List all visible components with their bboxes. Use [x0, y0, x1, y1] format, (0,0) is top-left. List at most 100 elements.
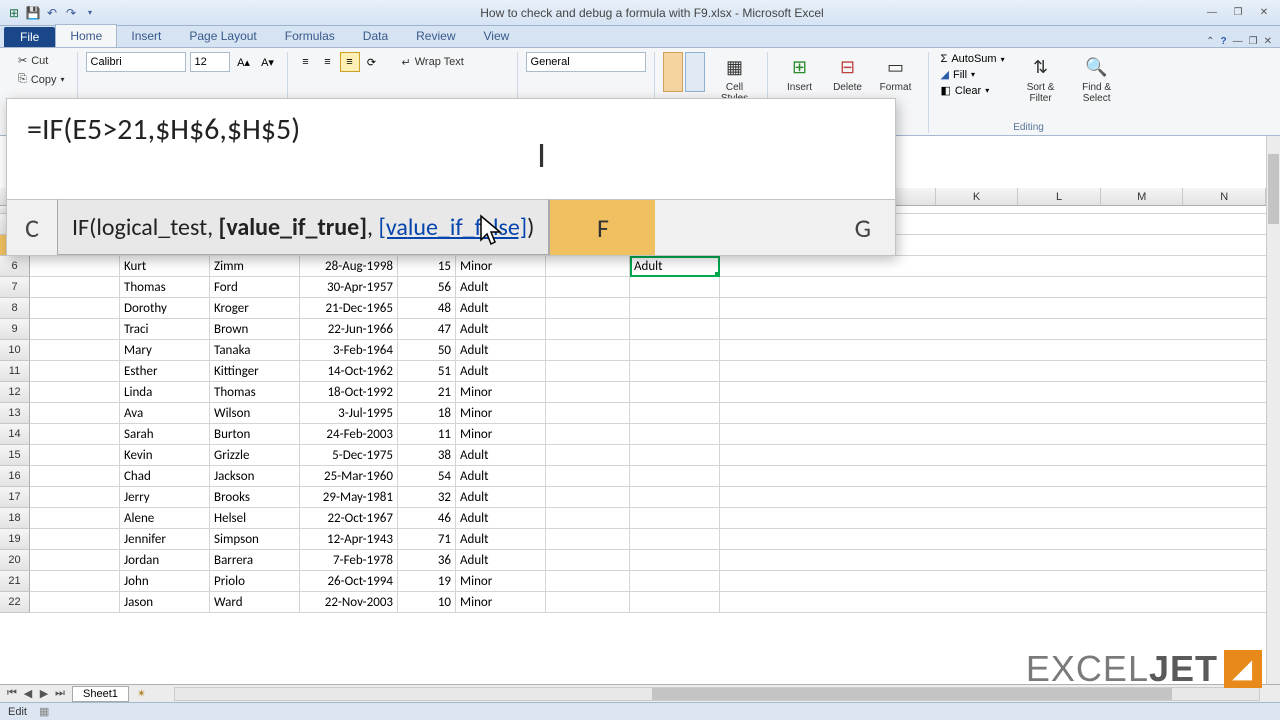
cell[interactable]: 24-Feb-2003: [300, 424, 398, 445]
cell[interactable]: Jason: [120, 592, 210, 613]
cell[interactable]: 18: [398, 403, 456, 424]
cell[interactable]: 71: [398, 529, 456, 550]
prev-sheet-icon[interactable]: ◀: [20, 687, 36, 700]
cell[interactable]: 5-Dec-1975: [300, 445, 398, 466]
cell[interactable]: Traci: [120, 319, 210, 340]
align-right-icon[interactable]: ≡: [340, 52, 360, 72]
cell[interactable]: 46: [398, 508, 456, 529]
page-layout-tab[interactable]: Page Layout: [175, 25, 270, 47]
next-sheet-icon[interactable]: ▶: [36, 687, 52, 700]
cell[interactable]: Ford: [210, 277, 300, 298]
file-tab[interactable]: File: [4, 27, 55, 47]
cell[interactable]: Adult: [456, 340, 546, 361]
cell[interactable]: Kevin: [120, 445, 210, 466]
cell[interactable]: Minor: [456, 382, 546, 403]
close-button[interactable]: ✕: [1252, 5, 1276, 21]
cell[interactable]: Jennifer: [120, 529, 210, 550]
cell[interactable]: Minor: [456, 592, 546, 613]
col-header-c[interactable]: C: [7, 199, 57, 255]
insert-cells-button[interactable]: ⊞Insert: [776, 52, 824, 97]
cell[interactable]: 12-Apr-1943: [300, 529, 398, 550]
cell[interactable]: Chad: [120, 466, 210, 487]
find-select-button[interactable]: 🔍Find & Select: [1073, 52, 1121, 108]
cell[interactable]: John: [120, 571, 210, 592]
first-sheet-icon[interactable]: ⏮: [4, 687, 20, 700]
cell[interactable]: Adult: [456, 550, 546, 571]
cell[interactable]: 28-Aug-1998: [300, 256, 398, 277]
doc-close-icon[interactable]: ✕: [1264, 36, 1272, 47]
font-size-select[interactable]: [190, 52, 230, 72]
col-header[interactable]: L: [1018, 188, 1101, 205]
cell[interactable]: Dorothy: [120, 298, 210, 319]
cell[interactable]: Helsel: [210, 508, 300, 529]
minimize-button[interactable]: —: [1200, 5, 1224, 21]
cell[interactable]: 10: [398, 592, 456, 613]
cell[interactable]: Brooks: [210, 487, 300, 508]
cell[interactable]: 22-Jun-1966: [300, 319, 398, 340]
delete-cells-button[interactable]: ⊟Delete: [824, 52, 872, 97]
cell[interactable]: 7-Feb-1978: [300, 550, 398, 571]
cell[interactable]: Wilson: [210, 403, 300, 424]
cell[interactable]: 25-Mar-1960: [300, 466, 398, 487]
col-header[interactable]: K: [936, 188, 1019, 205]
cell[interactable]: Ava: [120, 403, 210, 424]
cell[interactable]: Priolo: [210, 571, 300, 592]
cell[interactable]: 18-Oct-1992: [300, 382, 398, 403]
cell[interactable]: Adult: [456, 277, 546, 298]
cell[interactable]: Thomas: [120, 277, 210, 298]
doc-minimize-icon[interactable]: —: [1233, 36, 1243, 47]
cell[interactable]: Adult: [456, 466, 546, 487]
sheet-tab[interactable]: Sheet1: [72, 686, 129, 702]
copy-button[interactable]: ⎘Copy ▾: [14, 71, 69, 88]
cell[interactable]: Minor: [456, 403, 546, 424]
cell[interactable]: Minor: [456, 424, 546, 445]
cell[interactable]: 3-Feb-1964: [300, 340, 398, 361]
cell[interactable]: 36: [398, 550, 456, 571]
sort-filter-button[interactable]: ⇅Sort & Filter: [1017, 52, 1065, 108]
cell[interactable]: Kroger: [210, 298, 300, 319]
cell[interactable]: 15: [398, 256, 456, 277]
vertical-scrollbar[interactable]: [1266, 136, 1280, 684]
formulas-tab[interactable]: Formulas: [271, 25, 349, 47]
cell[interactable]: Minor: [456, 256, 546, 277]
cell[interactable]: Adult: [456, 445, 546, 466]
qat-dropdown-icon[interactable]: ▾: [82, 5, 98, 21]
col-header-f-active[interactable]: F: [549, 199, 655, 255]
new-sheet-icon[interactable]: ✴: [129, 687, 154, 700]
cell[interactable]: 11: [398, 424, 456, 445]
decrease-font-icon[interactable]: A▾: [258, 52, 278, 72]
cell[interactable]: Adult: [456, 529, 546, 550]
cell[interactable]: Thomas: [210, 382, 300, 403]
cell[interactable]: Kittinger: [210, 361, 300, 382]
cell[interactable]: Adult: [456, 487, 546, 508]
view-tab[interactable]: View: [470, 25, 524, 47]
orientation-icon[interactable]: ⟳: [362, 52, 382, 72]
cell[interactable]: 21-Dec-1965: [300, 298, 398, 319]
cell[interactable]: Burton: [210, 424, 300, 445]
cell[interactable]: Kurt: [120, 256, 210, 277]
cell[interactable]: 51: [398, 361, 456, 382]
cell[interactable]: Grizzle: [210, 445, 300, 466]
cell[interactable]: 22-Nov-2003: [300, 592, 398, 613]
cell[interactable]: Adult: [630, 256, 720, 277]
cell[interactable]: 38: [398, 445, 456, 466]
cell[interactable]: Adult: [456, 508, 546, 529]
cell[interactable]: 3-Jul-1995: [300, 403, 398, 424]
cell[interactable]: Zimm: [210, 256, 300, 277]
formula-bar-input[interactable]: =IF(E5>21,$H$6,$H$5) I: [7, 99, 895, 199]
cell[interactable]: 48: [398, 298, 456, 319]
data-tab[interactable]: Data: [349, 25, 402, 47]
home-tab[interactable]: Home: [55, 24, 117, 47]
fill-button[interactable]: ◢Fill ▾: [937, 67, 1009, 82]
cell[interactable]: 32: [398, 487, 456, 508]
increase-font-icon[interactable]: A▴: [234, 52, 254, 72]
cut-button[interactable]: ✂Cut: [14, 52, 69, 69]
conditional-formatting-gallery[interactable]: [663, 52, 705, 92]
cell[interactable]: 21: [398, 382, 456, 403]
cell[interactable]: Esther: [120, 361, 210, 382]
align-center-icon[interactable]: ≡: [318, 52, 338, 72]
cell[interactable]: Mary: [120, 340, 210, 361]
cell[interactable]: Adult: [456, 298, 546, 319]
cell[interactable]: Simpson: [210, 529, 300, 550]
cell[interactable]: 22-Oct-1967: [300, 508, 398, 529]
